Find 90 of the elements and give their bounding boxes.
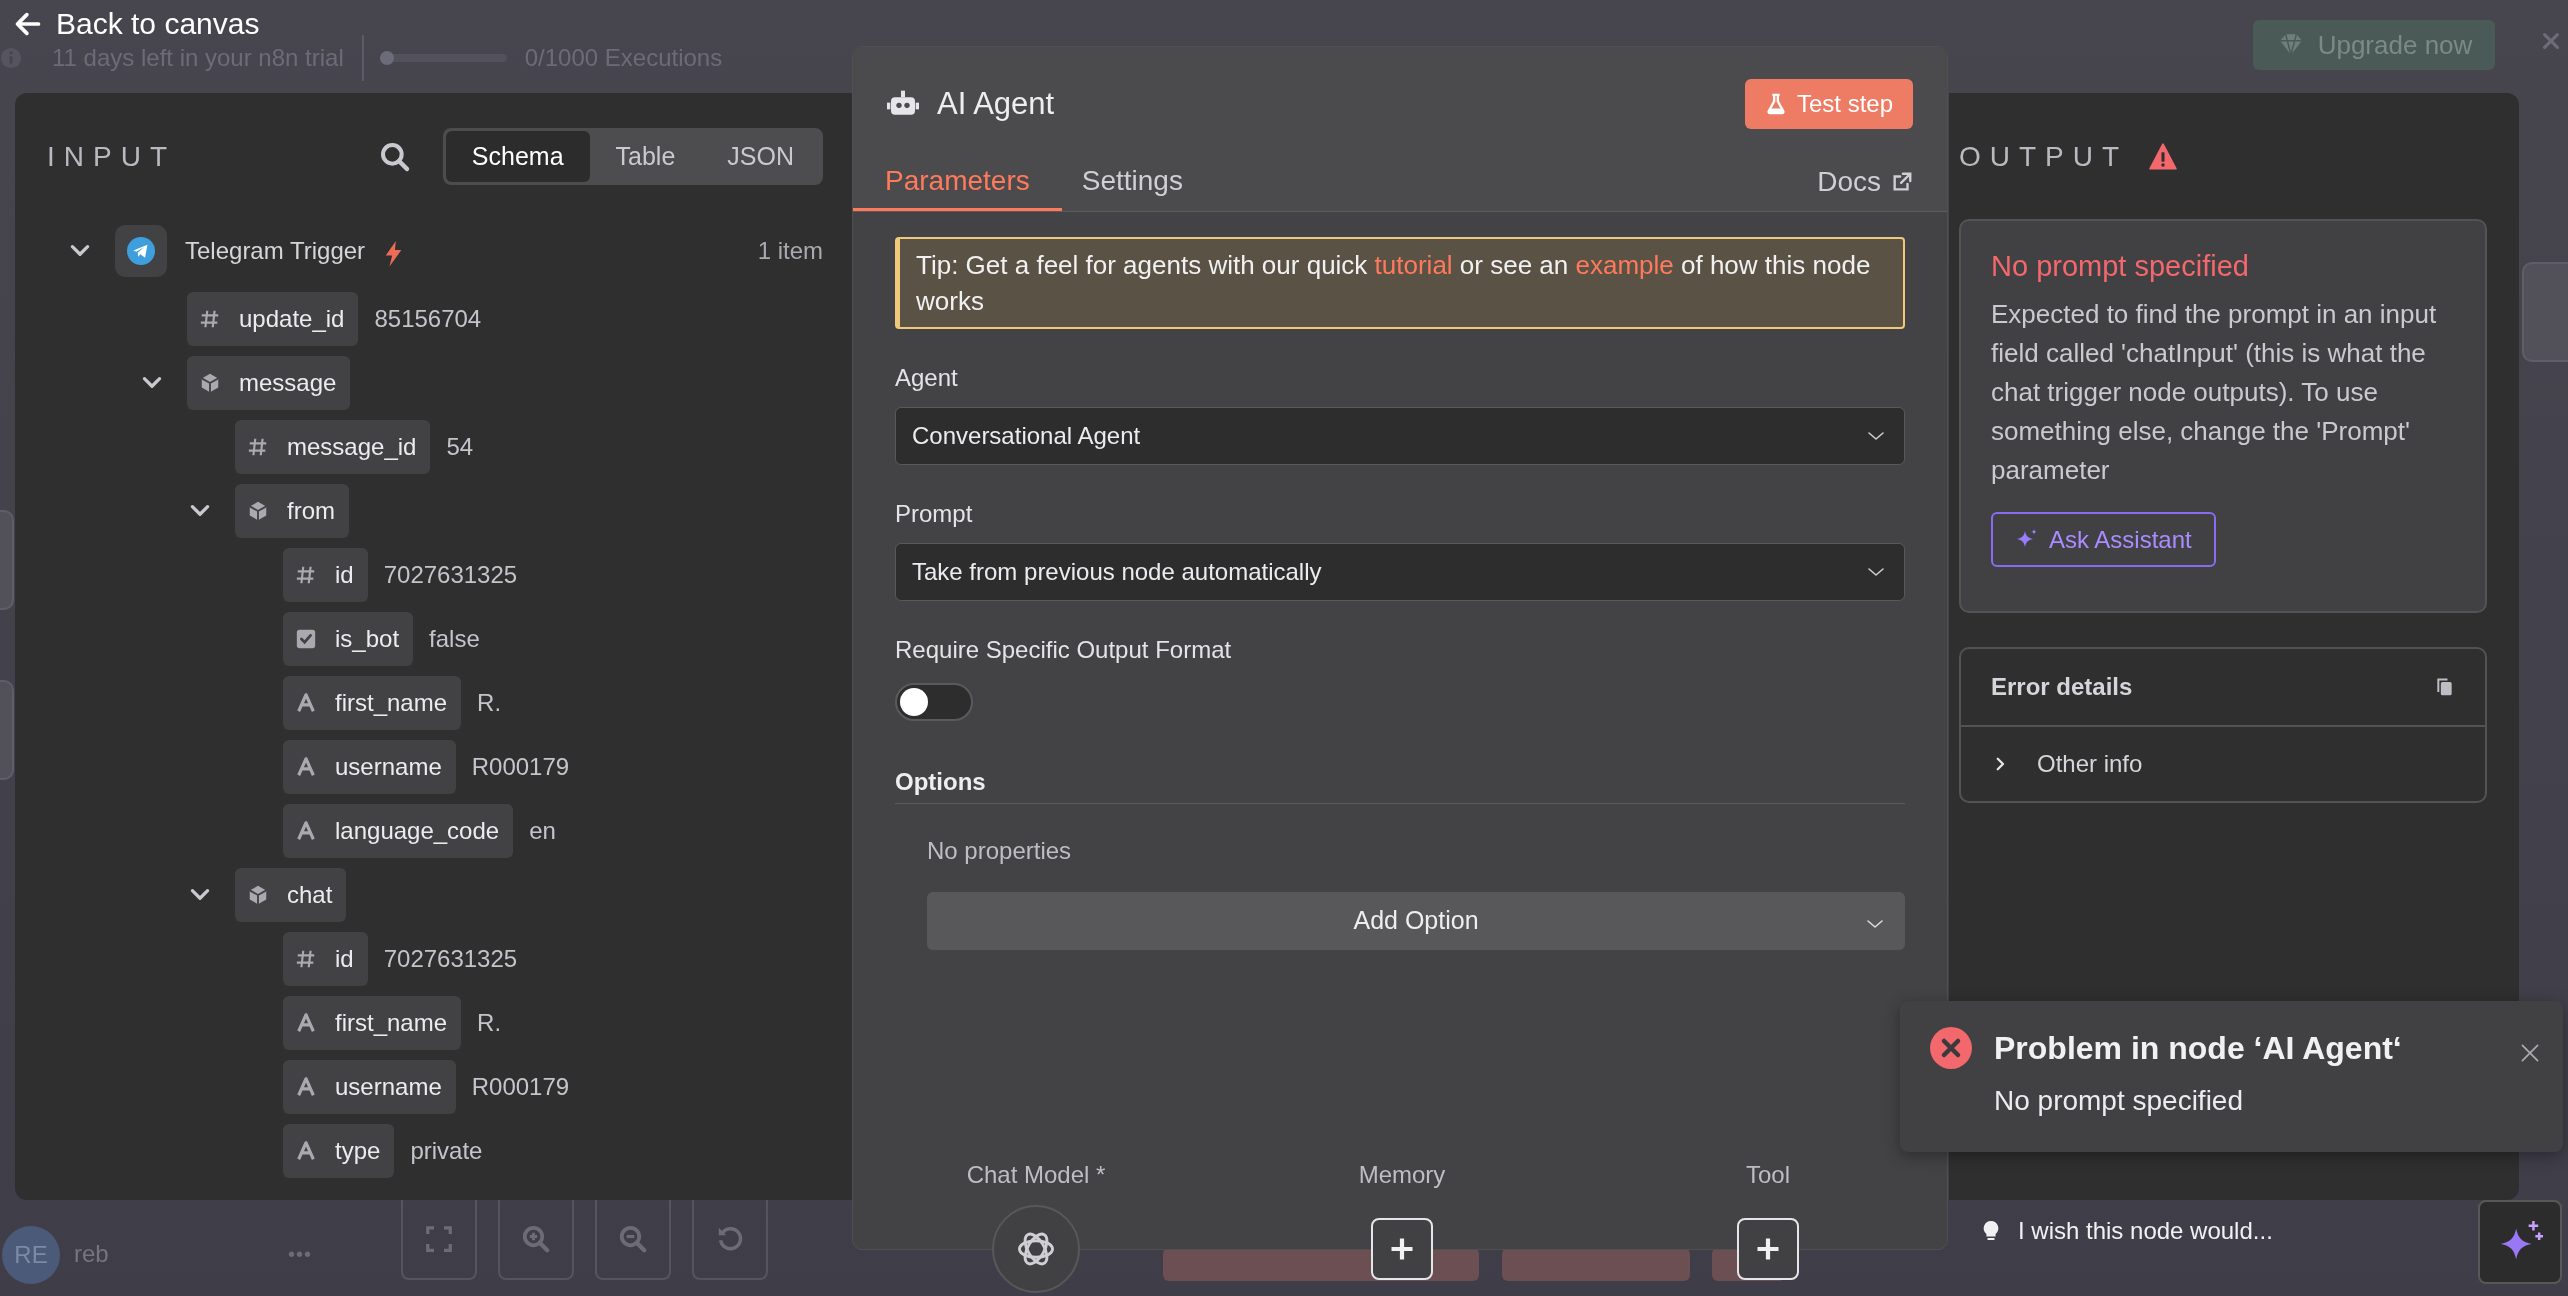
item-count: 1 item xyxy=(757,236,823,266)
field-value: en xyxy=(529,816,556,846)
sub-node-label: Chat Model * xyxy=(966,1160,1106,1190)
search-icon[interactable] xyxy=(378,140,411,173)
field-label: Require Specific Output Format xyxy=(895,635,1233,665)
tab[interactable]: Parameters xyxy=(853,159,1062,211)
field-value: private xyxy=(410,1136,483,1166)
details-title: Error details xyxy=(1991,672,2133,702)
field-key: username xyxy=(335,749,442,785)
error-message: Expected to find the prompt in an input field called 'chatInput' (this is what the chat trigger node outputs). To use something else, change the 'Prompt' parameter xyxy=(1991,298,2438,487)
letter-a-icon xyxy=(295,1140,317,1162)
tab[interactable]: Settings xyxy=(1081,159,1183,211)
field-key: update_id xyxy=(239,301,345,337)
select-field[interactable]: Take from previous node automatically xyxy=(895,543,1905,601)
field-key: from xyxy=(287,493,335,529)
field-key: type xyxy=(335,1133,381,1169)
field-label: Agent xyxy=(895,363,959,393)
field-key: first_name xyxy=(335,1005,448,1041)
field-key: is_bot xyxy=(335,621,400,657)
field-key: message xyxy=(239,365,337,401)
field-key: chat xyxy=(287,877,333,913)
docs-link[interactable]: Docs xyxy=(1817,159,1913,211)
field-value: R000179 xyxy=(471,752,570,782)
dialog-title: AI Agent xyxy=(937,85,1055,123)
section-title: Options xyxy=(895,767,1905,804)
letter-a-icon xyxy=(295,1012,317,1034)
zoom-in-icon xyxy=(521,1224,551,1254)
sub-node-label: Memory xyxy=(1358,1160,1446,1190)
ask-assistant-button[interactable]: Ask Assistant xyxy=(1991,512,2216,567)
field-value: 7027631325 xyxy=(383,944,518,974)
letter-a-icon xyxy=(295,1076,317,1098)
field-value: R. xyxy=(477,688,502,718)
checkbox-icon xyxy=(295,628,317,650)
canvas-node[interactable] xyxy=(2522,262,2568,362)
hash-icon xyxy=(295,564,317,586)
field-key: id xyxy=(335,557,354,593)
letter-a-icon xyxy=(295,756,317,778)
letter-a-icon xyxy=(295,820,317,842)
view-tab[interactable]: Table xyxy=(589,131,702,182)
add-sub-node-button[interactable] xyxy=(1371,1218,1433,1280)
field-key: language_code xyxy=(335,813,500,849)
tip-text: Tip: Get a feel for agents with our quick tutorial or see an example of how this node works xyxy=(895,237,1905,329)
paper-plane-icon xyxy=(127,237,155,265)
cube-icon xyxy=(247,500,269,522)
warning-icon xyxy=(2148,142,2179,171)
flask-icon xyxy=(1764,92,1787,116)
add-sub-node-button[interactable] xyxy=(1737,1218,1799,1280)
select-field[interactable]: Conversational Agent xyxy=(895,407,1905,465)
zoom-out-icon xyxy=(618,1224,648,1254)
toast-title: Problem in node ‘AI Agent‘ xyxy=(1994,1029,2402,1068)
external-link-icon xyxy=(1891,171,1913,193)
error-icon xyxy=(1930,1027,1972,1069)
back-link[interactable]: Back to canvas xyxy=(14,4,260,44)
cube-icon xyxy=(247,884,269,906)
field-key: first_name xyxy=(335,685,448,721)
fit-view-icon xyxy=(424,1224,454,1254)
field-value: 85156704 xyxy=(374,304,482,334)
panel-title: OUTPUT xyxy=(1959,139,2129,174)
field-value: R. xyxy=(477,1008,502,1038)
toast-message: No prompt specified xyxy=(1994,1084,2244,1118)
field-label: Prompt xyxy=(895,499,974,529)
hash-icon xyxy=(295,948,317,970)
hash-icon xyxy=(247,436,269,458)
add-option-button[interactable]: Add Option xyxy=(927,892,1905,950)
field-value: 54 xyxy=(446,432,474,462)
field-value: false xyxy=(429,624,480,654)
link[interactable]: tutorial xyxy=(1374,250,1453,280)
assistant-button[interactable] xyxy=(2478,1200,2562,1284)
field-value: R000179 xyxy=(471,1072,570,1102)
field-key: message_id xyxy=(287,429,417,465)
field-value: 7027631325 xyxy=(383,560,518,590)
panel-title: INPUT xyxy=(47,139,176,174)
field-key: username xyxy=(335,1069,442,1105)
arrow-left-icon xyxy=(14,10,42,38)
cube-icon xyxy=(199,372,221,394)
feedback-prompt[interactable]: I wish this node would... xyxy=(2018,1212,2273,1250)
details-row[interactable]: Other info xyxy=(2037,746,2143,782)
toggle-switch[interactable] xyxy=(895,683,973,721)
copy-icon[interactable] xyxy=(2435,676,2455,698)
hash-icon xyxy=(199,308,221,330)
empty-text: No properties xyxy=(927,836,1073,866)
view-tab[interactable]: JSON xyxy=(701,131,820,182)
field-key: id xyxy=(335,941,354,977)
letter-a-icon xyxy=(295,692,317,714)
test-step-button[interactable]: Test step xyxy=(1744,79,1913,129)
link[interactable]: example xyxy=(1575,250,1674,280)
node-name: Telegram Trigger xyxy=(185,236,366,266)
sub-node-label: Tool xyxy=(1746,1160,1790,1190)
error-title: No prompt specified xyxy=(1991,249,2250,284)
view-tab[interactable]: Schema xyxy=(445,131,590,182)
